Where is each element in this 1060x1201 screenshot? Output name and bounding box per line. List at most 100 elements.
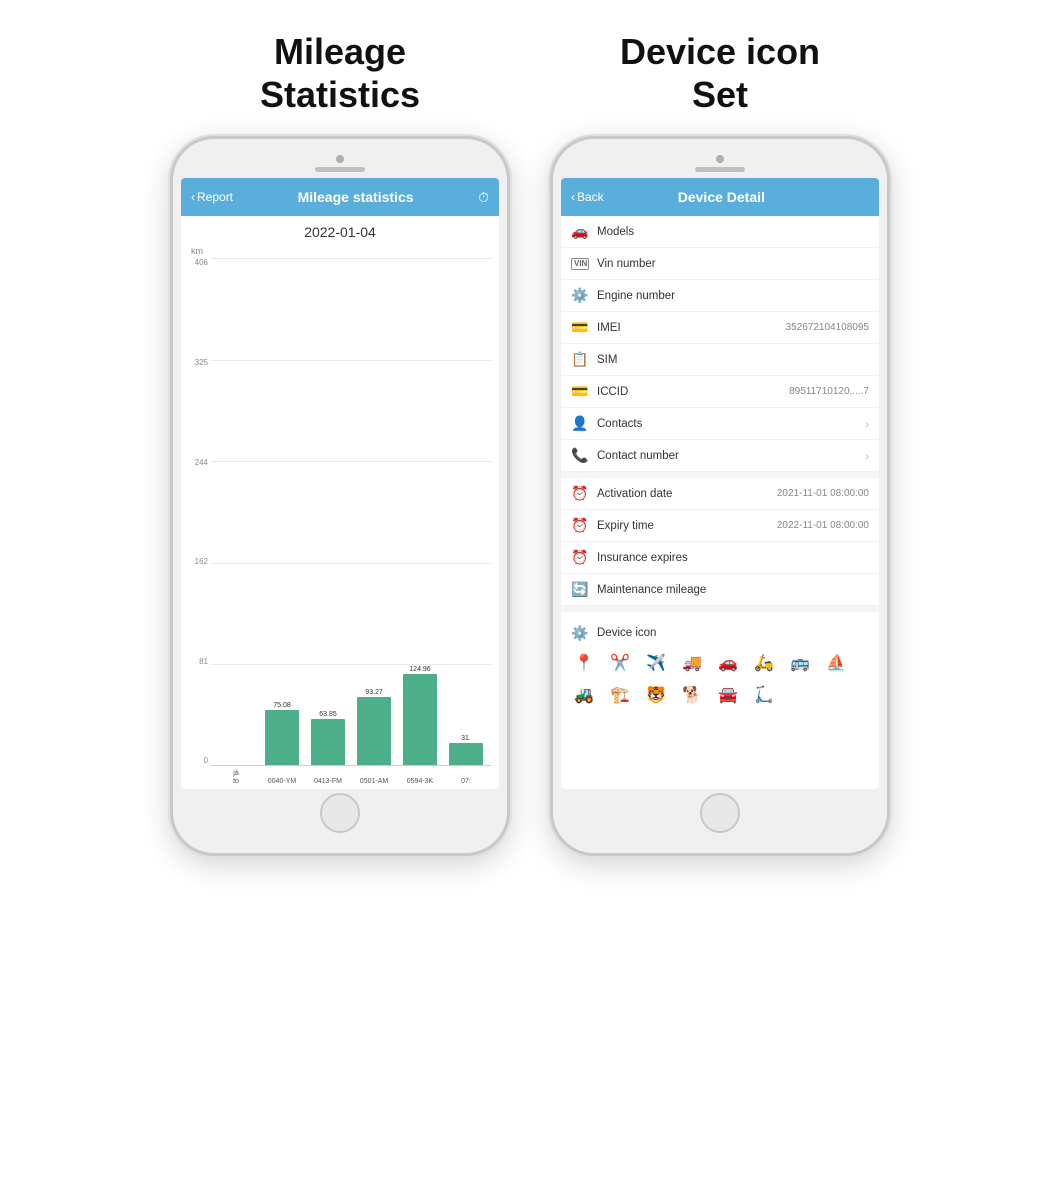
expiry-label: Expiry time [597,520,769,532]
phone-home-area-left [320,789,360,837]
mileage-chevron-icon: ‹ [191,190,195,204]
contact-number-label: Contact number [597,450,857,462]
device-icon-label: Device icon [597,627,869,639]
bar-4: 124.96 [399,666,441,765]
y-label-162: 162 [189,557,208,566]
row-contact-number[interactable]: 📞 Contact number › [561,440,879,472]
imei-label: IMEI [597,322,778,334]
icon-sedan[interactable]: 🚘 [715,682,741,708]
icons-row-2: 🚜 🏗️ 🐯 🐕 🚘 🛴 [571,682,869,708]
contacts-chevron: › [865,417,869,431]
icon-crane[interactable]: 🏗️ [607,682,633,708]
car-icon: 🚗 [571,223,589,240]
maintenance-label: Maintenance mileage [597,584,869,596]
iccid-icon: 💳 [571,383,589,400]
mileage-section: Mileage Statistics ‹ Report Mileage stat… [170,30,510,856]
row-maintenance[interactable]: 🔄 Maintenance mileage [561,574,879,606]
row-insurance[interactable]: ⏰ Insurance expires [561,542,879,574]
speaker-right [695,167,745,172]
clock-icon-1: ⏰ [571,485,589,502]
clock-icon-2: ⏰ [571,517,589,534]
icon-scissors[interactable]: ✂️ [607,650,633,676]
icon-scooter[interactable]: 🛵 [751,650,777,676]
icon-dog[interactable]: 🐕 [679,682,705,708]
mileage-back-button[interactable]: ‹ Report [191,190,233,204]
contact-number-chevron: › [865,449,869,463]
activation-value: 2021-11-01 08:00:00 [777,488,869,499]
icon-tractor[interactable]: 🚜 [571,682,597,708]
icon-boat[interactable]: ⛵ [823,650,849,676]
imei-value: 352672104108095 [786,322,869,333]
iccid-value: 89511710120.....7 [789,386,869,397]
device-phone: ‹ Back Device Detail 🚗 Models VIN [550,136,890,856]
icon-location[interactable]: 📍 [571,650,597,676]
icon-car[interactable]: 🚗 [715,650,741,676]
row-expiry[interactable]: ⏰ Expiry time 2022-11-01 08:00:00 [561,510,879,542]
device-back-button[interactable]: ‹ Back [571,190,604,204]
device-nav-title: Device Detail [678,189,765,205]
iccid-label: ICCID [597,386,781,398]
mileage-date: 2022-01-04 [189,224,491,240]
imei-icon: 💳 [571,319,589,336]
engine-icon: ⚙️ [571,287,589,304]
bar-3: 93.27 [353,689,395,765]
x-label-4: 07: [445,778,487,785]
icons-row-1: 📍 ✂️ ✈️ 🚚 🚗 🛵 🚌 ⛵ [571,650,869,676]
icon-tiger[interactable]: 🐯 [643,682,669,708]
icon-bus[interactable]: 🚌 [787,650,813,676]
device-title: Device icon Set [620,30,820,116]
phone-top-bar-left [181,151,499,178]
mileage-nav-title: Mileage statistics [298,189,414,205]
models-label: Models [597,226,869,238]
y-label-0: 0 [189,756,208,765]
speaker [315,167,365,172]
mileage-content: 2022-01-04 km 406 325 244 162 81 0 [181,216,499,789]
device-phone-screen: ‹ Back Device Detail 🚗 Models VIN [561,178,879,789]
row-sim[interactable]: 📋 SIM [561,344,879,376]
icon-truck[interactable]: 🚚 [679,650,705,676]
device-icon-row-header: ⚙️ Device icon [571,618,869,650]
bar-2: 63.85 [307,711,349,765]
activation-label: Activation date [597,488,769,500]
icon-set-icon: ⚙️ [571,625,589,642]
row-imei[interactable]: 💳 IMEI 352672104108095 [561,312,879,344]
device-nav-bar: ‹ Back Device Detail [561,178,879,216]
mileage-nav-bar: ‹ Report Mileage statistics ⏱ [181,178,499,216]
row-models[interactable]: 🚗 Models [561,216,879,248]
row-vin[interactable]: VIN Vin number [561,248,879,280]
device-section: Device icon Set ‹ Back Device Detail [550,30,890,856]
insurance-label: Insurance expires [597,552,869,564]
vin-icon: VIN [571,258,589,270]
icons-grid: 📍 ✂️ ✈️ 🚚 🚗 🛵 🚌 ⛵ 🚜 [571,650,869,708]
y-label-81: 81 [189,657,208,666]
mileage-phone-screen: ‹ Report Mileage statistics ⏱ 2022-01-04… [181,178,499,789]
expiry-value: 2022-11-01 08:00:00 [777,520,869,531]
mileage-clock-icon[interactable]: ⏱ [478,189,489,206]
row-iccid[interactable]: 💳 ICCID 89511710120.....7 [561,376,879,408]
home-button-left[interactable] [320,793,360,833]
mileage-back-label: Report [197,190,233,204]
bar-value-2: 63.85 [319,711,337,718]
x-label-2: 0501-AM [353,778,395,785]
camera-dot-right [716,155,724,163]
icon-bicycle[interactable]: 🛴 [751,682,777,708]
bar-5: 31. [445,735,487,765]
bar-value-3: 93.27 [365,689,383,696]
bar-value-1: 75.08 [273,702,291,709]
device-icon-section: ⚙️ Device icon 📍 ✂️ ✈️ 🚚 🚗 🛵 [561,612,879,712]
row-contacts[interactable]: 👤 Contacts › [561,408,879,440]
row-engine[interactable]: ⚙️ Engine number [561,280,879,312]
icon-plane[interactable]: ✈️ [643,650,669,676]
y-label-325: 325 [189,358,208,367]
bar-value-5: 31. [461,735,471,742]
chart-ylabel: km [191,246,491,256]
y-label-406: 406 [189,258,208,267]
home-button-right[interactable] [700,793,740,833]
x-label-0: 0040-YM [261,778,303,785]
vin-label: Vin number [597,258,869,270]
contacts-label: Contacts [597,418,857,430]
row-activation[interactable]: ⏰ Activation date 2021-11-01 08:00:00 [561,478,879,510]
engine-label: Engine number [597,290,869,302]
sim-icon: 📋 [571,351,589,368]
x-label-3: 0594-3K [399,778,441,785]
